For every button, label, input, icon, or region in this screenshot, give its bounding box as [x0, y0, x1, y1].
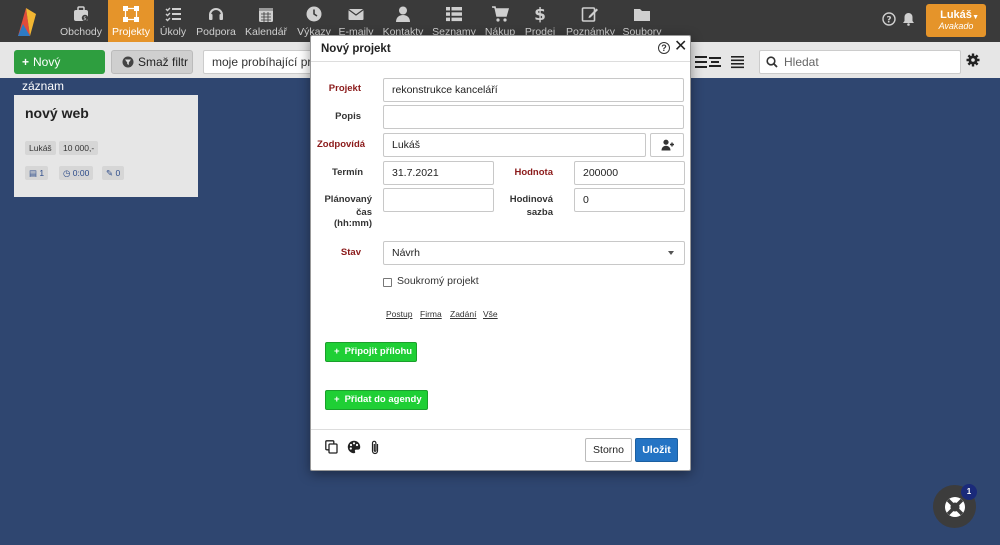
chevron-down-icon: ▼: [972, 14, 979, 21]
nav-obchody[interactable]: $ Obchody: [60, 0, 102, 42]
search-icon: [766, 56, 778, 68]
calendar-icon: [245, 5, 287, 27]
card-title: nový web: [25, 105, 89, 121]
svg-text:?: ?: [886, 16, 891, 26]
nav-projekty[interactable]: Projekty: [108, 0, 154, 42]
nav-kalendar[interactable]: Kalendář: [245, 0, 287, 42]
headset-icon: [196, 5, 236, 27]
edit-icon: ✎: [106, 168, 114, 178]
label-planned-time-2: čas (hh:mm): [334, 207, 372, 229]
cancel-button[interactable]: Storno: [585, 438, 632, 462]
dialog-header: Nový projekt ? ✕: [311, 36, 690, 62]
app-logo[interactable]: [14, 4, 42, 38]
svg-text:$: $: [83, 16, 86, 22]
dialog-footer-divider: [311, 429, 690, 430]
svg-text:$: $: [534, 5, 546, 23]
planned-time-input[interactable]: [383, 188, 494, 212]
nav-ukoly[interactable]: Úkoly: [158, 0, 188, 42]
chevron-down-icon: [668, 251, 674, 255]
label-hourly-rate-2: sazba: [526, 207, 553, 218]
project-card[interactable]: nový web Lukáš 10 000,- ▤ 1 ◷ 0:00 ✎ 0: [14, 95, 198, 197]
clock-icon: [296, 5, 332, 27]
label-hourly-rate-1: Hodinová: [509, 194, 553, 205]
label-planned-time-1: Plánovaný: [324, 194, 372, 205]
value-input[interactable]: 200000: [574, 161, 685, 185]
card-notes[interactable]: ✎ 0: [102, 166, 125, 180]
plus-icon: +: [22, 55, 30, 69]
filter-icon: [122, 56, 134, 68]
responsible-input[interactable]: Lukáš: [383, 133, 646, 157]
dollar-icon: $: [524, 5, 556, 27]
paperclip-icon[interactable]: [370, 440, 380, 455]
nav-podpora[interactable]: Podpora: [196, 0, 236, 42]
attach-file-button[interactable]: + Připojit přílohu: [325, 342, 417, 362]
filter-select[interactable]: moje probíhající projekty: [203, 50, 323, 74]
status-select[interactable]: Návrh: [383, 241, 685, 265]
plus-icon: +: [334, 394, 340, 405]
support-widget-button[interactable]: 1: [933, 484, 977, 528]
add-to-agenda-button[interactable]: + Přidat do agendy: [325, 390, 428, 410]
card-owner: Lukáš: [25, 141, 56, 155]
close-icon[interactable]: ✕: [674, 39, 687, 55]
card-value: 10 000,-: [59, 141, 99, 155]
help-icon[interactable]: ?: [658, 42, 670, 54]
view-grid-icon[interactable]: [695, 55, 707, 69]
tab-postup[interactable]: Postup: [386, 309, 412, 319]
view-list-icon[interactable]: [731, 55, 744, 69]
edit-icon: [566, 5, 614, 27]
project-name-input[interactable]: rekonstrukce kanceláří: [383, 78, 684, 102]
deadline-input[interactable]: 31.7.2021: [383, 161, 494, 185]
view-compact-icon[interactable]: [709, 55, 721, 69]
label-stav: Stav: [340, 247, 361, 258]
folder-icon: [622, 5, 662, 27]
list-icon: [432, 5, 476, 27]
tab-vse[interactable]: Vše: [483, 309, 498, 319]
projects-icon: [108, 5, 154, 27]
tasks-icon: [158, 5, 188, 27]
tab-firma[interactable]: Firma: [420, 309, 442, 319]
private-project-label: Soukromý projekt: [397, 275, 479, 287]
hourly-rate-input[interactable]: 0: [574, 188, 685, 212]
briefcase-icon: $: [60, 5, 102, 27]
clear-filter-button[interactable]: Smaž filtr: [111, 50, 193, 74]
new-record-button[interactable]: + Nový záznam: [14, 50, 105, 93]
notification-badge: 1: [961, 484, 977, 500]
plus-icon: +: [334, 346, 340, 357]
user-plus-icon: [661, 139, 674, 151]
label-termin: Termín: [332, 167, 363, 178]
dialog-title: Nový projekt: [321, 43, 391, 55]
add-user-button[interactable]: [650, 133, 684, 157]
copy-icon[interactable]: [325, 440, 338, 454]
card-time[interactable]: ◷ 0:00: [59, 166, 94, 180]
label-hodnota: Hodnota: [514, 167, 553, 178]
user-menu-button[interactable]: Lukáš Avakado ▼: [926, 4, 986, 37]
private-project-checkbox[interactable]: [383, 278, 392, 287]
tab-zadani[interactable]: Zadání: [450, 309, 476, 319]
card-tasks-count[interactable]: ▤ 1: [25, 166, 49, 180]
cart-icon: [484, 5, 516, 27]
label-projekt: Projekt: [328, 83, 361, 94]
description-input[interactable]: [383, 105, 684, 129]
search-input[interactable]: Hledat: [759, 50, 961, 74]
envelope-icon: [338, 5, 374, 27]
bell-icon[interactable]: [902, 12, 915, 26]
gear-icon[interactable]: [966, 53, 980, 67]
palette-icon[interactable]: [347, 440, 361, 454]
help-icon[interactable]: ?: [882, 12, 896, 26]
new-project-dialog: Nový projekt ? ✕ Projekt rekonstrukce ka…: [310, 35, 691, 471]
label-zodpovida: Zodpovídá: [317, 139, 366, 150]
stopwatch-icon: ◷: [63, 168, 71, 178]
label-popis: Popis: [335, 111, 361, 122]
save-button[interactable]: Uložit: [635, 438, 678, 462]
user-icon: [382, 5, 424, 27]
list-icon: ▤: [29, 168, 38, 178]
